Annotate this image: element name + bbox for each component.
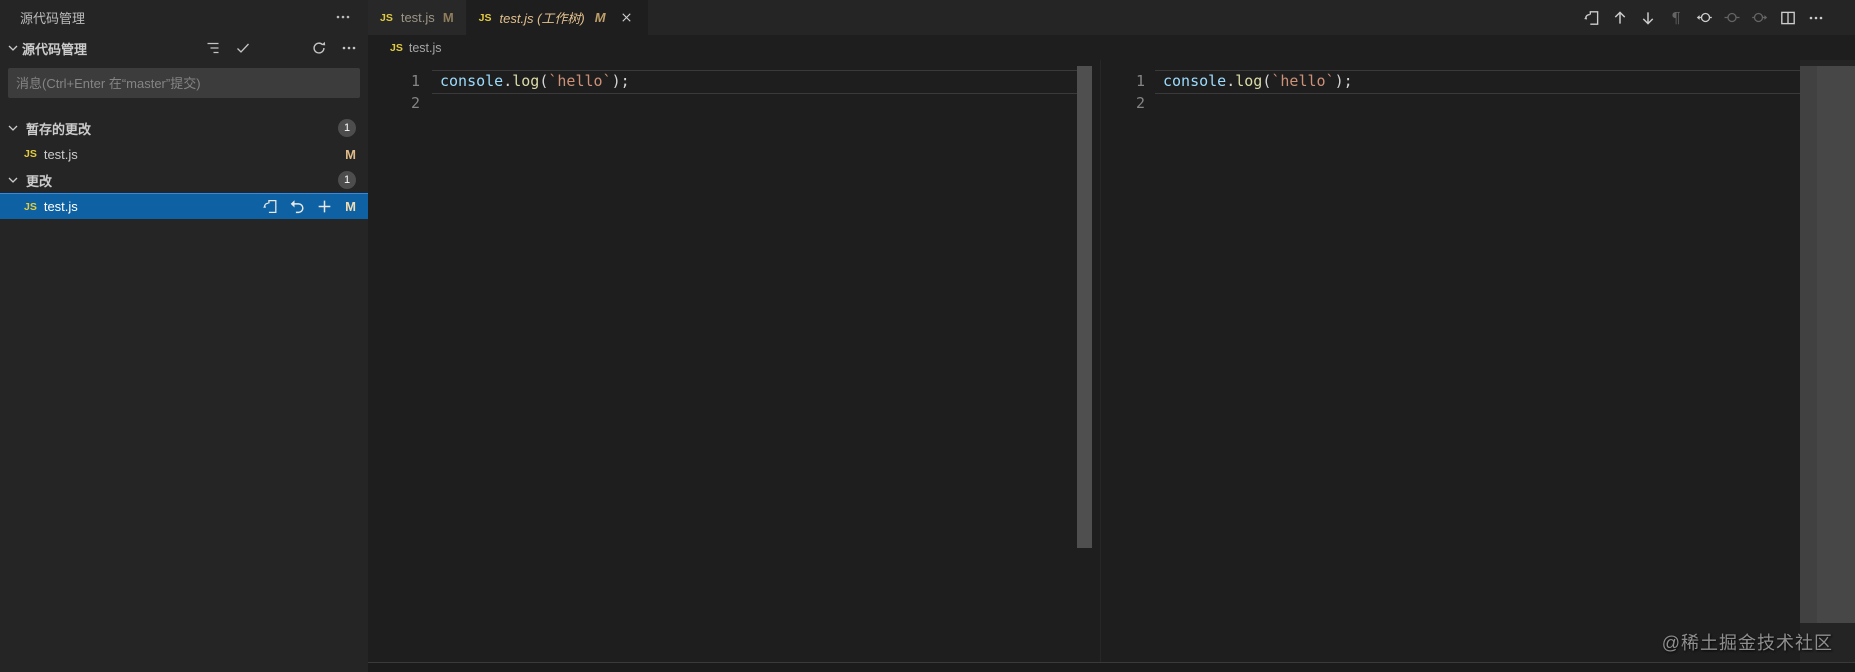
token-function: log bbox=[512, 72, 540, 90]
more-actions-icon[interactable] bbox=[1807, 9, 1825, 27]
sidebar-title: 源代码管理 bbox=[20, 10, 86, 26]
js-file-icon: JS bbox=[380, 11, 393, 24]
whitespace-pilcrow-icon[interactable]: ¶ bbox=[1667, 9, 1685, 27]
tab-git-status: M bbox=[594, 10, 606, 25]
scm-provider-title: 源代码管理 bbox=[22, 41, 88, 57]
code-line[interactable]: console.log(`hello`); bbox=[1163, 70, 1353, 92]
changed-file-row-selected[interactable]: JS test.js M bbox=[0, 193, 368, 219]
minimap[interactable] bbox=[1817, 66, 1855, 623]
commit-check-icon[interactable] bbox=[234, 39, 252, 57]
diff-pane-divider[interactable] bbox=[1100, 60, 1101, 662]
split-editor-icon[interactable] bbox=[1779, 9, 1797, 27]
source-control-sidebar: 源代码管理 源代码管理 消息(Ctrl+Enter 在“master”提交) 暂… bbox=[0, 0, 368, 672]
token-object: console bbox=[440, 72, 504, 90]
line-number: 2 bbox=[410, 94, 420, 112]
left-pane-scrollbar[interactable] bbox=[1077, 66, 1092, 548]
token-object: console bbox=[1163, 72, 1227, 90]
open-file-icon[interactable] bbox=[261, 198, 279, 216]
revert-left-circle-icon[interactable] bbox=[1695, 9, 1713, 27]
token-punct: ); bbox=[611, 72, 630, 90]
line-number: 1 bbox=[410, 72, 420, 90]
chevron-down-icon bbox=[4, 119, 22, 137]
group-staged-changes[interactable]: 暂存的更改 1 bbox=[0, 115, 368, 141]
tab-testjs[interactable]: JS test.js M bbox=[368, 0, 467, 35]
refresh-icon[interactable] bbox=[310, 39, 328, 57]
js-file-icon: JS bbox=[24, 148, 37, 160]
tab-label: test.js bbox=[400, 10, 435, 25]
chevron-down-icon bbox=[4, 171, 22, 189]
staged-file-row[interactable]: JS test.js M bbox=[0, 141, 368, 167]
more-actions-icon[interactable] bbox=[340, 39, 358, 57]
stage-changes-plus-icon[interactable] bbox=[315, 198, 333, 216]
editor-tab-bar: JS test.js M JS test.js (工作树) M ¶ bbox=[368, 0, 1855, 35]
js-file-icon: JS bbox=[478, 11, 492, 24]
line-number: 2 bbox=[1135, 94, 1145, 112]
tab-testjs-working-tree[interactable]: JS test.js (工作树) M bbox=[466, 0, 648, 35]
git-status-modified: M bbox=[345, 146, 356, 162]
editor-actions: ¶ bbox=[1583, 0, 1855, 35]
commit-message-input[interactable] bbox=[8, 68, 360, 98]
line-number: 1 bbox=[1135, 72, 1145, 90]
file-name: test.js bbox=[43, 199, 78, 214]
more-actions-icon[interactable] bbox=[334, 8, 352, 26]
token-string: `hello` bbox=[548, 72, 612, 90]
breadcrumb[interactable]: JS test.js bbox=[368, 35, 1855, 60]
js-file-icon: JS bbox=[390, 41, 403, 54]
circle-center-icon[interactable] bbox=[1723, 9, 1741, 27]
count-badge: 1 bbox=[338, 119, 356, 137]
token-function: log bbox=[1235, 72, 1263, 90]
token-punct: . bbox=[503, 72, 513, 90]
next-change-down-icon[interactable] bbox=[1639, 9, 1657, 27]
code-line[interactable]: console.log(`hello`); bbox=[440, 70, 630, 92]
view-as-tree-icon[interactable] bbox=[204, 39, 222, 57]
token-punct: ); bbox=[1334, 72, 1353, 90]
close-tab-icon[interactable] bbox=[618, 9, 636, 27]
breadcrumb-file: test.js bbox=[408, 40, 442, 55]
revert-right-circle-icon[interactable] bbox=[1751, 9, 1769, 27]
group-label: 更改 bbox=[26, 173, 53, 189]
right-pane-scrollbar[interactable] bbox=[1800, 66, 1817, 623]
tab-git-status: M bbox=[442, 10, 454, 25]
count-badge: 1 bbox=[338, 171, 356, 189]
chevron-down-icon bbox=[4, 39, 22, 57]
git-status-modified: M bbox=[345, 199, 356, 214]
open-file-icon[interactable] bbox=[1583, 9, 1601, 27]
token-punct: . bbox=[1226, 72, 1236, 90]
scm-provider-header[interactable]: 源代码管理 bbox=[0, 34, 368, 62]
group-label: 暂存的更改 bbox=[26, 121, 92, 137]
scm-file-list: 暂存的更改 1 JS test.js M 更改 1 JS test.js M bbox=[0, 115, 368, 219]
commit-message-box bbox=[8, 68, 360, 98]
group-changes[interactable]: 更改 1 bbox=[0, 167, 368, 193]
tab-label: test.js (工作树) bbox=[499, 11, 585, 26]
watermark: @稀土掘金技术社区 bbox=[1661, 633, 1833, 653]
sidebar-title-bar: 源代码管理 bbox=[0, 0, 368, 34]
vscode-window: 源代码管理 源代码管理 消息(Ctrl+Enter 在“master”提交) 暂… bbox=[0, 0, 1855, 672]
discard-changes-icon[interactable] bbox=[288, 198, 306, 216]
token-string: `hello` bbox=[1271, 72, 1335, 90]
js-file-icon: JS bbox=[24, 200, 37, 213]
editor-bottom-edge bbox=[368, 662, 1855, 672]
file-name: test.js bbox=[43, 146, 78, 162]
previous-change-up-icon[interactable] bbox=[1611, 9, 1629, 27]
